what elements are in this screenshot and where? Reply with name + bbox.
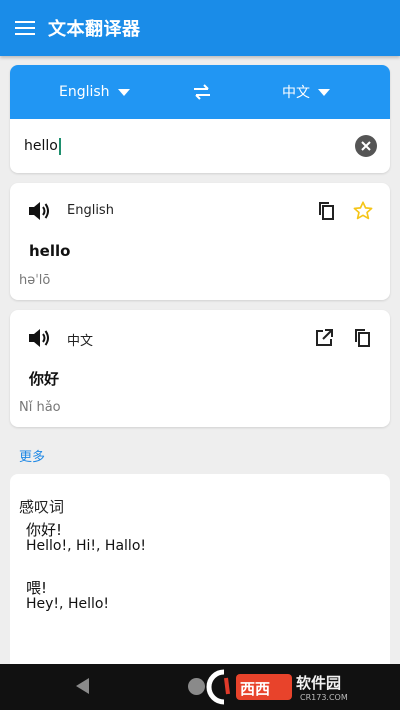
clear-icon[interactable] bbox=[355, 135, 377, 157]
text-input-row[interactable]: hello bbox=[10, 119, 390, 173]
watermark-logo: 西西 软件园 CR173.COM bbox=[206, 669, 348, 705]
svg-text:软件园: 软件园 bbox=[296, 674, 341, 692]
target-word: 你好 bbox=[29, 370, 60, 388]
dictionary-entry-word: 喂! bbox=[26, 579, 48, 597]
part-of-speech: 感叹词 bbox=[19, 498, 65, 516]
source-phonetic: həˈlō bbox=[19, 273, 51, 288]
text-caret bbox=[58, 137, 61, 155]
app-bar: 文本翻译器 bbox=[0, 0, 400, 56]
chevron-down-icon bbox=[318, 88, 330, 96]
swap-icon[interactable] bbox=[190, 80, 214, 104]
speaker-icon[interactable] bbox=[27, 326, 53, 350]
translate-input-card: English 中文 hello bbox=[10, 65, 390, 173]
target-language-dropdown[interactable]: 中文 bbox=[282, 65, 330, 119]
speaker-icon[interactable] bbox=[27, 199, 53, 223]
source-word: hello bbox=[29, 242, 71, 260]
star-icon[interactable] bbox=[352, 200, 374, 222]
language-bar: English 中文 bbox=[10, 65, 390, 119]
menu-icon[interactable] bbox=[13, 16, 37, 40]
back-icon[interactable] bbox=[76, 678, 89, 694]
open-external-icon[interactable] bbox=[313, 327, 335, 349]
dictionary-entry-word: 你好! bbox=[26, 521, 63, 539]
target-language-label: 中文 bbox=[282, 85, 310, 101]
dictionary-entry-translations: Hello!, Hi!, Hallo! bbox=[26, 538, 146, 554]
input-value: hello bbox=[24, 138, 58, 154]
source-card-language: English bbox=[67, 203, 114, 218]
svg-text:CR173.COM: CR173.COM bbox=[300, 693, 348, 702]
target-phonetic: Nǐ hǎo bbox=[19, 400, 61, 415]
svg-text:西西: 西西 bbox=[240, 680, 270, 698]
dictionary-entry-translations: Hey!, Hello! bbox=[26, 596, 110, 612]
system-navigation-bar: 西西 软件园 CR173.COM bbox=[0, 664, 400, 710]
app-title: 文本翻译器 bbox=[48, 19, 141, 40]
source-result-card: English hello həˈlō bbox=[10, 183, 390, 300]
chevron-down-icon bbox=[117, 88, 130, 96]
target-card-language: 中文 bbox=[67, 334, 94, 349]
target-result-card: 中文 你好 Nǐ hǎo bbox=[10, 310, 390, 427]
more-link[interactable]: 更多 bbox=[19, 446, 45, 465]
text-input[interactable]: hello bbox=[24, 137, 61, 155]
dictionary-card: 感叹词 你好! Hello!, Hi!, Hallo! 喂! Hey!, Hel… bbox=[10, 474, 390, 664]
source-language-label: English bbox=[59, 84, 110, 100]
source-language-dropdown[interactable]: English bbox=[59, 65, 130, 119]
copy-icon[interactable] bbox=[316, 200, 338, 222]
copy-icon[interactable] bbox=[352, 327, 374, 349]
